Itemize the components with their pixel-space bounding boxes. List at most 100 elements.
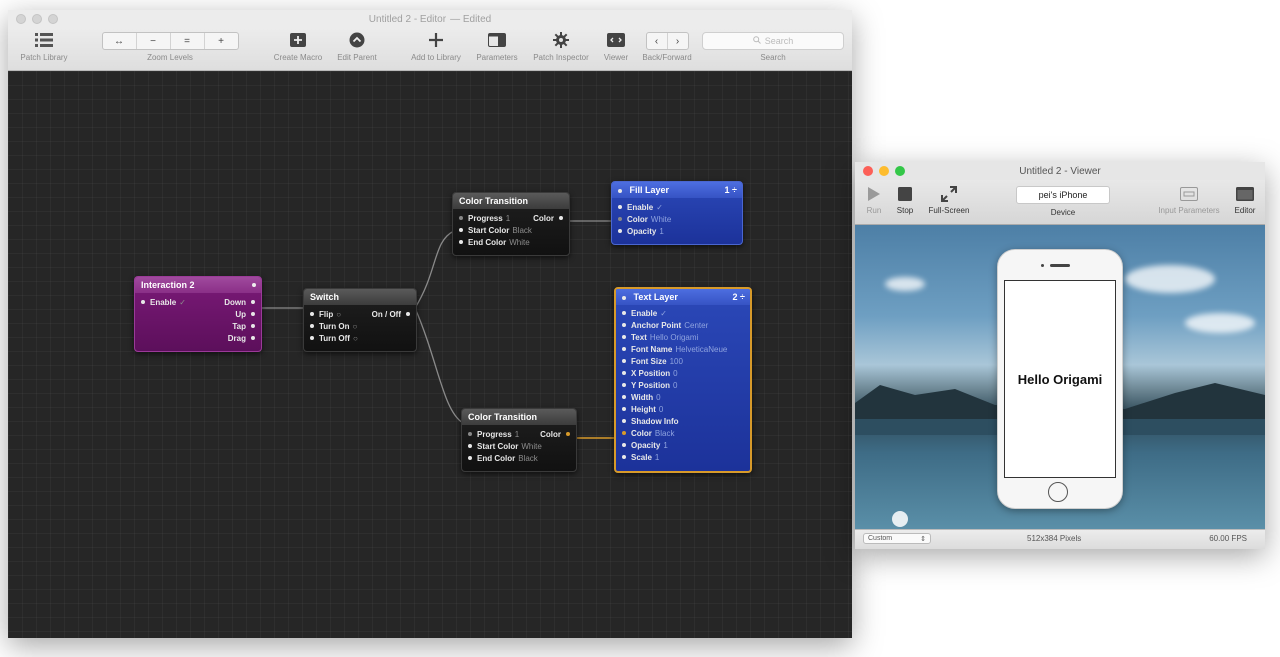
output-port[interactable] bbox=[559, 216, 563, 220]
input-port[interactable] bbox=[622, 407, 626, 411]
patch-fill-layer[interactable]: Fill Layer 1 ÷ Enable ✓ Color White Opac… bbox=[611, 181, 743, 245]
port-x-position[interactable]: X Position 0 bbox=[622, 367, 744, 379]
close-button[interactable] bbox=[16, 14, 26, 24]
editor-button[interactable]: Editor bbox=[1231, 186, 1259, 215]
port-start-color[interactable]: Start Color White bbox=[468, 440, 570, 452]
port-width[interactable]: Width 0 bbox=[622, 391, 744, 403]
input-port[interactable] bbox=[622, 395, 626, 399]
input-port[interactable] bbox=[622, 359, 626, 363]
full-screen-button[interactable]: Full-Screen bbox=[923, 186, 975, 215]
zoom-fit-button[interactable]: ↔ bbox=[103, 33, 136, 49]
zoom-out-button[interactable]: − bbox=[135, 33, 170, 49]
input-port[interactable] bbox=[618, 217, 622, 221]
edit-parent-button[interactable]: Edit Parent bbox=[332, 30, 382, 62]
zoom-in-button[interactable]: + bbox=[203, 33, 238, 49]
input-port[interactable] bbox=[622, 431, 626, 435]
patch-canvas[interactable]: Interaction 2 Enable ✓ Down Up Tap Drag bbox=[8, 71, 852, 638]
patch-menu-dot[interactable] bbox=[252, 283, 256, 287]
add-to-library-button[interactable]: Add to Library bbox=[405, 30, 467, 62]
output-port[interactable] bbox=[251, 312, 255, 316]
port-color[interactable]: Color White bbox=[618, 213, 736, 225]
viewer-stage[interactable]: Hello Origami bbox=[855, 225, 1265, 529]
input-port[interactable] bbox=[622, 347, 626, 351]
home-button[interactable] bbox=[1048, 482, 1068, 502]
input-port[interactable] bbox=[622, 383, 626, 387]
output-port[interactable] bbox=[251, 336, 255, 340]
input-port[interactable] bbox=[618, 229, 622, 233]
viewer-button[interactable]: Viewer bbox=[598, 30, 634, 62]
patch-header[interactable]: Interaction 2 bbox=[135, 277, 261, 293]
input-port[interactable] bbox=[622, 455, 626, 459]
input-port[interactable] bbox=[622, 323, 626, 327]
viewer-zoom-button[interactable] bbox=[895, 166, 905, 176]
zoom-button[interactable] bbox=[48, 14, 58, 24]
port-opacity[interactable]: Opacity 1 bbox=[622, 439, 744, 451]
port-y-position[interactable]: Y Position 0 bbox=[622, 379, 744, 391]
input-port[interactable] bbox=[622, 335, 626, 339]
layer-index[interactable]: 1 ÷ bbox=[725, 182, 737, 198]
minimize-button[interactable] bbox=[32, 14, 42, 24]
parameters-button[interactable]: Parameters bbox=[471, 30, 523, 62]
forward-button[interactable]: › bbox=[666, 33, 688, 49]
viewer-title-bar[interactable]: Untitled 2 - Viewer bbox=[855, 162, 1265, 180]
patch-header[interactable]: Text Layer 2 ÷ bbox=[616, 289, 750, 305]
port-progress[interactable]: Progress 1 Color bbox=[468, 428, 570, 440]
port-scale[interactable]: Scale 1 bbox=[622, 451, 744, 463]
input-port[interactable] bbox=[141, 300, 145, 304]
port-enable[interactable]: Enable ✓ bbox=[622, 307, 744, 319]
port-flip[interactable]: Flip ○ On / Off bbox=[310, 308, 410, 320]
port-end-color[interactable]: End Color Black bbox=[468, 452, 570, 464]
back-button[interactable]: ‹ bbox=[647, 33, 667, 49]
stop-button[interactable]: Stop bbox=[893, 186, 917, 215]
viewer-minimize-button[interactable] bbox=[879, 166, 889, 176]
patch-header[interactable]: Color Transition bbox=[453, 193, 569, 209]
input-port[interactable] bbox=[468, 444, 472, 448]
input-port[interactable] bbox=[310, 312, 314, 316]
port-end-color[interactable]: End Color White bbox=[459, 236, 563, 248]
port-start-color[interactable]: Start Color Black bbox=[459, 224, 563, 236]
patch-header[interactable]: Switch bbox=[304, 289, 416, 305]
input-port[interactable] bbox=[618, 205, 622, 209]
patch-header[interactable]: Color Transition bbox=[462, 409, 576, 425]
patch-text-layer[interactable]: Text Layer 2 ÷ Enable ✓ Anchor Point Cente… bbox=[614, 287, 752, 473]
phone-screen[interactable]: Hello Origami bbox=[1004, 280, 1116, 478]
input-port[interactable] bbox=[622, 311, 626, 315]
port-progress[interactable]: Progress 1 Color bbox=[459, 212, 563, 224]
patch-inspector-button[interactable]: Patch Inspector bbox=[526, 30, 596, 62]
patch-color-transition-2[interactable]: Color Transition Progress 1 Color Start … bbox=[461, 408, 577, 472]
layer-index[interactable]: 2 ÷ bbox=[733, 289, 745, 305]
device-field[interactable]: pei's iPhone bbox=[1016, 186, 1110, 204]
port-enable[interactable]: Enable ✓ Down bbox=[141, 296, 255, 308]
input-port[interactable] bbox=[622, 419, 626, 423]
patch-header[interactable]: Fill Layer 1 ÷ bbox=[612, 182, 742, 198]
input-port[interactable] bbox=[310, 336, 314, 340]
input-parameters-button[interactable]: Input Parameters bbox=[1151, 186, 1227, 215]
editor-title-bar[interactable]: Untitled 2 - Editor — Edited bbox=[8, 10, 852, 28]
port-opacity[interactable]: Opacity 1 bbox=[618, 225, 736, 237]
input-port[interactable] bbox=[468, 456, 472, 460]
port-font-size[interactable]: Font Size 100 bbox=[622, 355, 744, 367]
patch-interaction[interactable]: Interaction 2 Enable ✓ Down Up Tap Drag bbox=[134, 276, 262, 352]
output-port[interactable] bbox=[566, 432, 570, 436]
port-height[interactable]: Height 0 bbox=[622, 403, 744, 415]
port-font-name[interactable]: Font Name HelveticaNeue bbox=[622, 343, 744, 355]
port-text[interactable]: Text Hello Origami bbox=[622, 331, 744, 343]
input-port[interactable] bbox=[622, 443, 626, 447]
patch-library-button[interactable]: Patch Library bbox=[16, 30, 72, 62]
port-anchor-point[interactable]: Anchor Point Center bbox=[622, 319, 744, 331]
port-turn-off[interactable]: Turn Off ○ bbox=[310, 332, 410, 344]
port-shadow-info[interactable]: Shadow Info bbox=[622, 415, 744, 427]
patch-color-transition-1[interactable]: Color Transition Progress 1 Color Start … bbox=[452, 192, 570, 256]
output-port[interactable] bbox=[406, 312, 410, 316]
port-enable[interactable]: Enable ✓ bbox=[618, 201, 736, 213]
zoom-actual-button[interactable]: = bbox=[169, 33, 204, 49]
patch-switch[interactable]: Switch Flip ○ On / Off Turn On ○ Turn Of… bbox=[303, 288, 417, 352]
size-select[interactable]: Custom ⇕ bbox=[863, 533, 931, 544]
output-port[interactable] bbox=[251, 300, 255, 304]
input-port[interactable] bbox=[310, 324, 314, 328]
run-button[interactable]: Run bbox=[863, 186, 885, 215]
input-port[interactable] bbox=[468, 432, 472, 436]
port-turn-on[interactable]: Turn On ○ bbox=[310, 320, 410, 332]
input-port[interactable] bbox=[459, 240, 463, 244]
output-port[interactable] bbox=[251, 324, 255, 328]
